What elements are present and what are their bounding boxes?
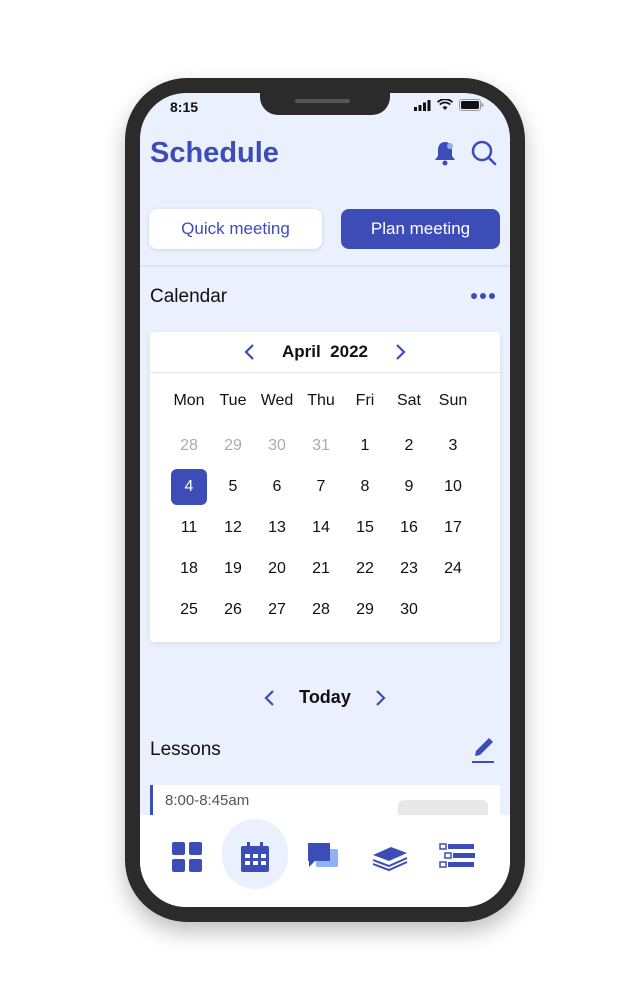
calendar-day[interactable]: 16 xyxy=(391,510,427,546)
calendar-day[interactable]: 29 xyxy=(347,592,383,628)
signal-icon xyxy=(414,99,431,111)
calendar-day[interactable]: 3 xyxy=(435,428,471,464)
calendar-day[interactable]: 23 xyxy=(391,551,427,587)
calendar-day[interactable]: 2 xyxy=(391,428,427,464)
calendar-day[interactable]: 30 xyxy=(259,428,295,464)
tab-dashboard[interactable] xyxy=(167,837,207,877)
weekday-label: Mon xyxy=(173,392,205,409)
calendar-day[interactable]: 15 xyxy=(347,510,383,546)
weekday-label: Sat xyxy=(396,392,421,409)
calendar-icon xyxy=(241,842,269,872)
calendar-day[interactable]: 11 xyxy=(171,510,207,546)
page-title: Schedule xyxy=(150,137,279,169)
bell-icon xyxy=(435,142,455,166)
status-time: 8:15 xyxy=(170,99,199,115)
app-screen: 8:15 Schedule Quick meeting Plan meeting… xyxy=(140,93,510,907)
tasks-icon xyxy=(439,843,475,868)
calendar-heading: Calendar xyxy=(150,286,228,307)
calendar-month-year: April 2022 xyxy=(150,342,500,362)
calendar-day[interactable]: 5 xyxy=(215,469,251,505)
calendar-month: April xyxy=(281,342,321,361)
calendar-day[interactable]: 7 xyxy=(303,469,339,505)
weekday-label: Sun xyxy=(438,392,468,409)
calendar-day[interactable]: 29 xyxy=(215,428,251,464)
calendar-day[interactable]: 28 xyxy=(171,428,207,464)
calendar-day[interactable]: 17 xyxy=(435,510,471,546)
search-icon xyxy=(471,140,497,166)
books-icon xyxy=(372,847,408,872)
day-nav-label: Today xyxy=(299,687,351,707)
chevron-right-icon xyxy=(376,690,386,706)
calendar-day[interactable]: 6 xyxy=(259,469,295,505)
tab-calendar[interactable] xyxy=(235,837,275,877)
pencil-icon xyxy=(472,738,494,763)
next-month-button[interactable] xyxy=(390,342,410,362)
calendar-day[interactable]: 10 xyxy=(435,469,471,505)
quick-meeting-button[interactable]: Quick meeting xyxy=(149,209,322,249)
weekday-label: Thu xyxy=(307,392,335,409)
calendar-day[interactable]: 27 xyxy=(259,592,295,628)
calendar-day[interactable]: 13 xyxy=(259,510,295,546)
calendar-day[interactable]: 25 xyxy=(171,592,207,628)
battery-icon xyxy=(459,99,484,111)
calendar-day[interactable]: 8 xyxy=(347,469,383,505)
calendar-day[interactable]: 28 xyxy=(303,592,339,628)
notch xyxy=(260,93,390,115)
calendar-day[interactable]: 12 xyxy=(215,510,251,546)
calendar-day[interactable]: 18 xyxy=(171,551,207,587)
lesson-time: 8:00-8:45am xyxy=(165,792,250,809)
calendar-year: 2022 xyxy=(330,342,368,361)
bottom-tab-bar xyxy=(140,815,510,907)
calendar-day[interactable]: 4 xyxy=(171,469,207,505)
dashboard-icon xyxy=(172,842,202,872)
calendar-day[interactable]: 20 xyxy=(259,551,295,587)
calendar-day[interactable]: 1 xyxy=(347,428,383,464)
calendar-header: April 2022 xyxy=(150,332,500,373)
tab-tasks[interactable] xyxy=(438,837,478,877)
weekday-label: Fri xyxy=(355,392,375,409)
chevron-right-icon xyxy=(396,344,406,360)
calendar-day[interactable]: 14 xyxy=(303,510,339,546)
lessons-heading: Lessons xyxy=(150,739,221,760)
calendar-day[interactable]: 9 xyxy=(391,469,427,505)
calendar-menu-button[interactable] xyxy=(470,289,496,301)
calendar-card: April 2022 Mon Tue Wed Thu Fri Sat Sun 28 29 30 3… xyxy=(150,332,500,642)
calendar-day[interactable]: 21 xyxy=(303,551,339,587)
tab-library[interactable] xyxy=(370,837,410,877)
calendar-day[interactable]: 30 xyxy=(391,592,427,628)
status-icons xyxy=(414,99,484,111)
edit-lessons-button[interactable] xyxy=(470,735,496,765)
calendar-day[interactable]: 24 xyxy=(435,551,471,587)
weekday-label: Tue xyxy=(219,392,247,409)
more-horizontal-icon xyxy=(471,293,495,299)
calendar-day[interactable]: 26 xyxy=(215,592,251,628)
next-day-button[interactable] xyxy=(370,687,390,709)
notifications-button[interactable] xyxy=(431,139,459,167)
calendar-day[interactable]: 22 xyxy=(347,551,383,587)
search-button[interactable] xyxy=(470,139,498,167)
chat-icon xyxy=(308,843,338,867)
divider xyxy=(140,265,510,267)
calendar-day[interactable]: 19 xyxy=(215,551,251,587)
tab-messages[interactable] xyxy=(303,837,343,877)
plan-meeting-button[interactable]: Plan meeting xyxy=(341,209,500,249)
calendar-day[interactable]: 31 xyxy=(303,428,339,464)
weekday-label: Wed xyxy=(260,392,294,409)
speaker xyxy=(295,99,350,103)
wifi-icon xyxy=(437,99,453,110)
